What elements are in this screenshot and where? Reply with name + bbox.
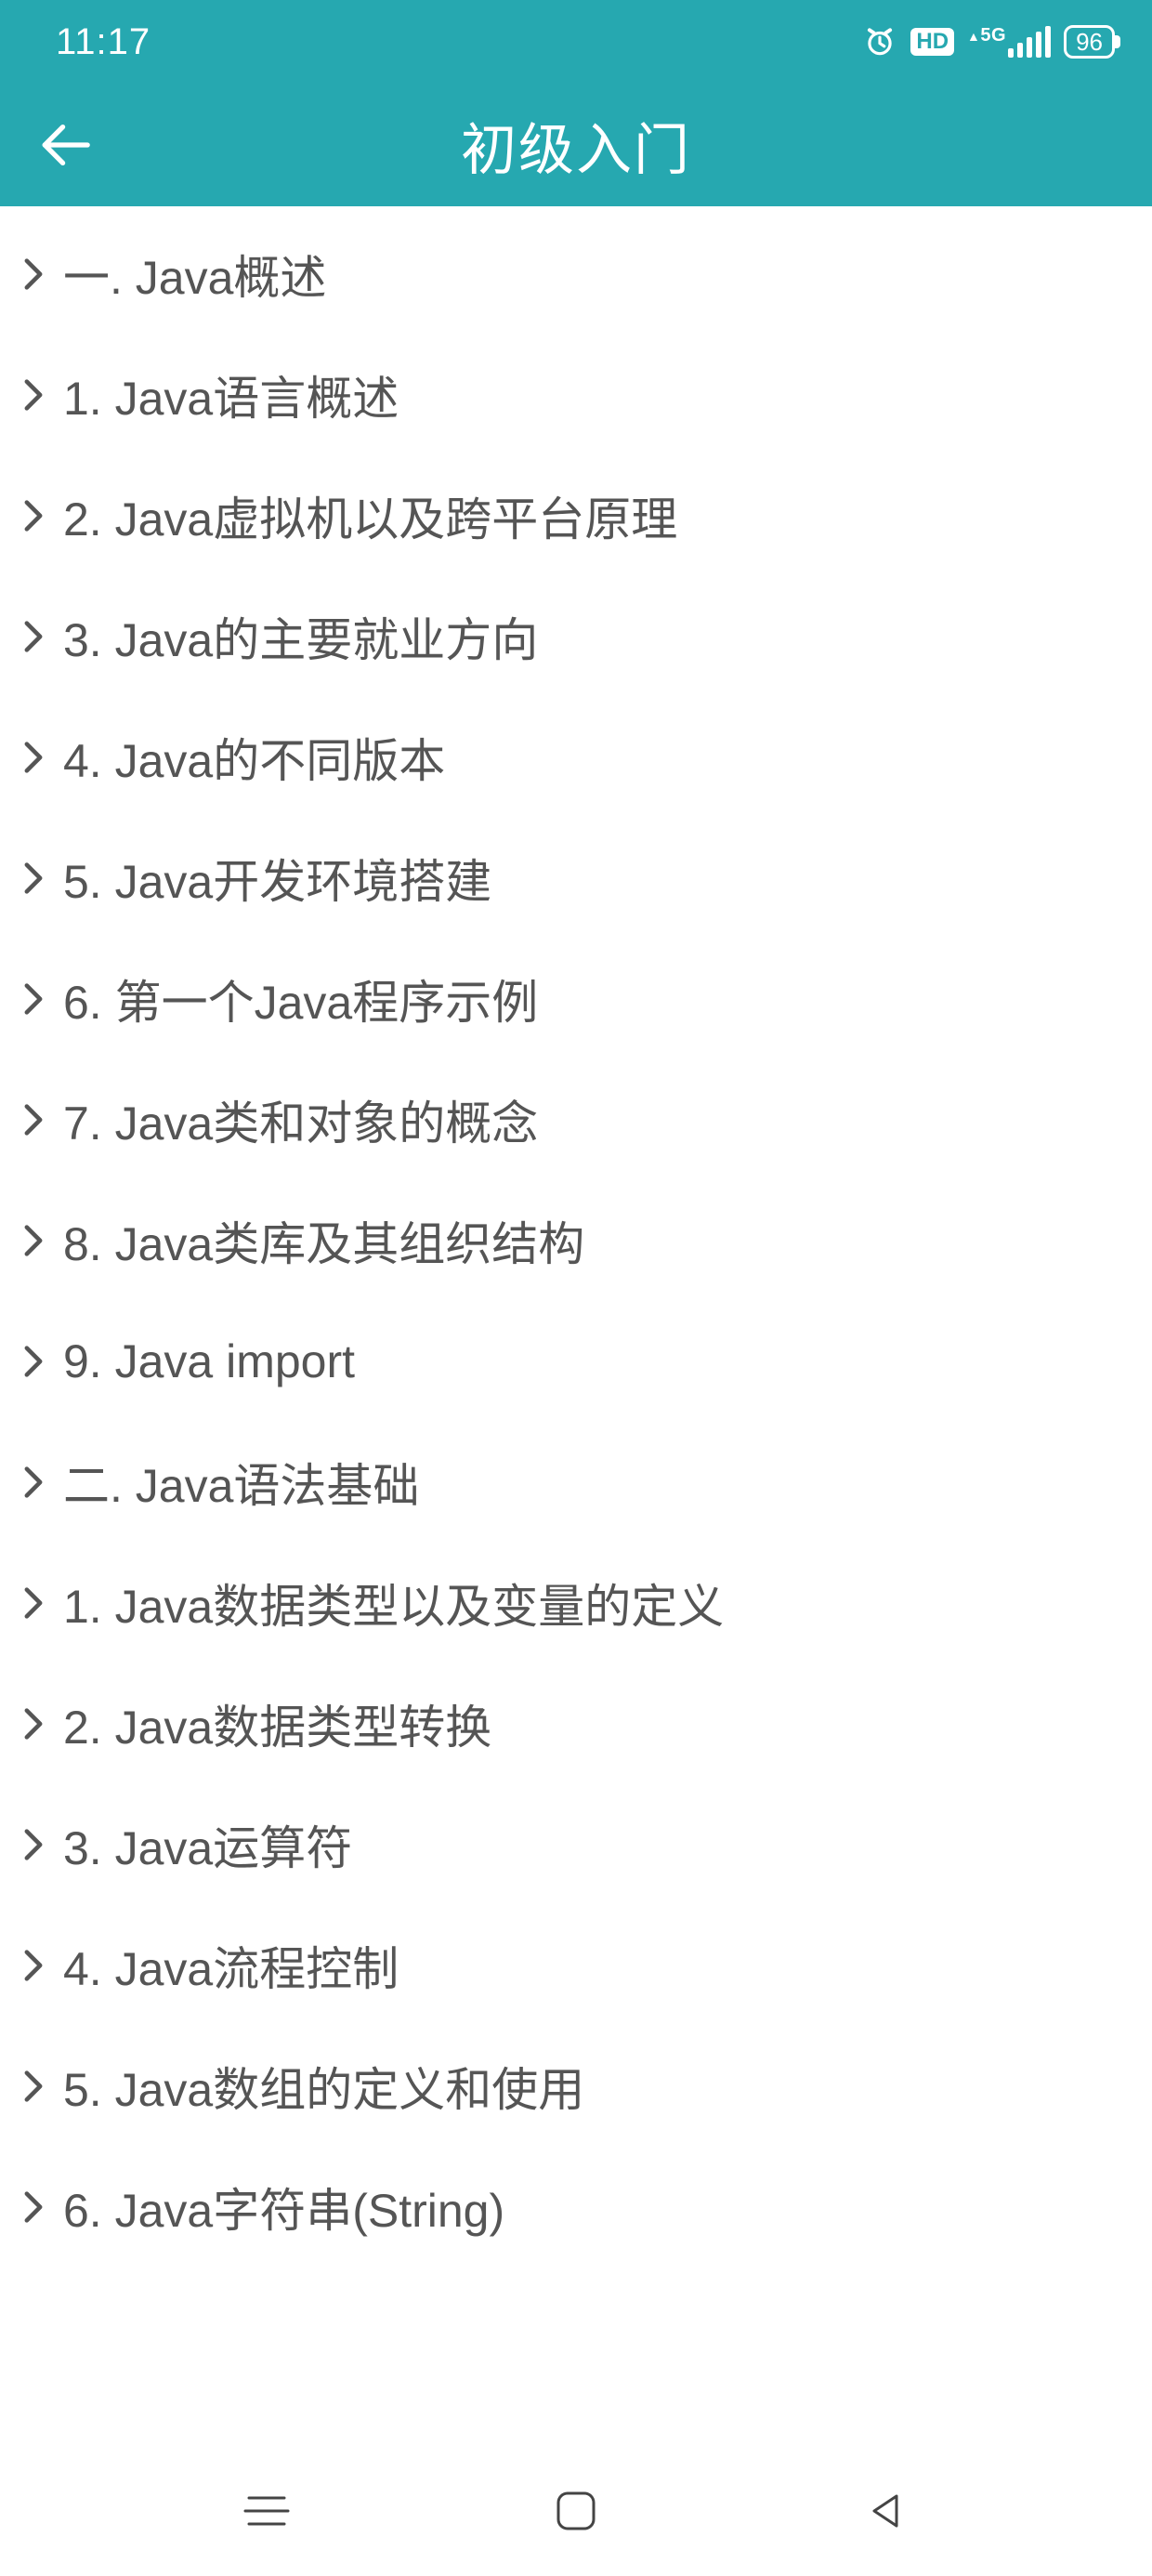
chevron-right-icon xyxy=(19,378,48,412)
chevron-right-icon xyxy=(19,1103,48,1137)
list-item[interactable]: 7. Java类和对象的概念 xyxy=(0,1059,1152,1180)
list-item[interactable]: 5. Java开发环境搭建 xyxy=(0,818,1152,939)
list-item-label: 6. 第一个Java程序示例 xyxy=(63,966,538,1032)
list-item-label: 9. Java import xyxy=(63,1334,355,1388)
list-item-label: 1. Java数据类型以及变量的定义 xyxy=(63,1570,724,1636)
app-bar: 初级入门 xyxy=(0,84,1152,206)
list-item-label: 3. Java运算符 xyxy=(63,1811,352,1878)
status-icons: HD ▲5G 96 xyxy=(862,24,1115,59)
chevron-right-icon xyxy=(19,1465,48,1499)
list-item[interactable]: 4. Java流程控制 xyxy=(0,1905,1152,2026)
system-nav-bar xyxy=(0,2446,1152,2576)
recent-apps-button[interactable] xyxy=(229,2474,304,2548)
list-item-label: 1. Java语言概述 xyxy=(63,361,399,428)
status-bar: 11:17 HD ▲5G 96 xyxy=(0,0,1152,84)
signal-bars-icon xyxy=(1008,26,1051,58)
list-item[interactable]: 3. Java运算符 xyxy=(0,1784,1152,1905)
chevron-right-icon xyxy=(19,1345,48,1378)
triangle-left-icon xyxy=(863,2489,908,2533)
chevron-right-icon xyxy=(19,499,48,532)
list-item[interactable]: 6. 第一个Java程序示例 xyxy=(0,939,1152,1059)
chevron-right-icon xyxy=(19,1224,48,1257)
list-item[interactable]: 8. Java类库及其组织结构 xyxy=(0,1180,1152,1301)
arrow-left-icon xyxy=(38,118,92,172)
network-label: ▲5G xyxy=(967,26,1006,45)
chevron-right-icon xyxy=(19,741,48,774)
list-item[interactable]: 一. Java概述 xyxy=(0,214,1152,335)
list-item-label: 7. Java类和对象的概念 xyxy=(63,1086,538,1153)
list-item[interactable]: 2. Java数据类型转换 xyxy=(0,1663,1152,1784)
chevron-right-icon xyxy=(19,1586,48,1620)
list-item[interactable]: 9. Java import xyxy=(0,1301,1152,1422)
list-item[interactable]: 5. Java数组的定义和使用 xyxy=(0,2026,1152,2147)
list-item-label: 2. Java数据类型转换 xyxy=(63,1690,491,1757)
list-item-label: 二. Java语法基础 xyxy=(63,1449,419,1516)
battery-indicator: 96 xyxy=(1064,25,1115,59)
chevron-right-icon xyxy=(19,2070,48,2103)
list-item-label: 5. Java开发环境搭建 xyxy=(63,845,491,912)
list-item[interactable]: 3. Java的主要就业方向 xyxy=(0,576,1152,697)
square-icon xyxy=(553,2488,599,2534)
back-nav-button[interactable] xyxy=(848,2474,923,2548)
chevron-right-icon xyxy=(19,982,48,1016)
chevron-right-icon xyxy=(19,1949,48,1982)
list-item-label: 4. Java流程控制 xyxy=(63,1932,399,1999)
list-item-label: 2. Java虚拟机以及跨平台原理 xyxy=(63,482,677,549)
list-item-label: 8. Java类库及其组织结构 xyxy=(63,1207,584,1274)
list-item-label: 4. Java的不同版本 xyxy=(63,724,445,791)
status-time: 11:17 xyxy=(56,21,151,63)
list-item-label: 5. Java数组的定义和使用 xyxy=(63,2053,584,2120)
list-item[interactable]: 二. Java语法基础 xyxy=(0,1422,1152,1543)
list-item-label: 3. Java的主要就业方向 xyxy=(63,603,538,670)
content-list: 一. Java概述 1. Java语言概述 2. Java虚拟机以及跨平台原理 3. … xyxy=(0,206,1152,2267)
list-item-label: 一. Java概述 xyxy=(63,241,326,308)
list-item[interactable]: 6. Java字符串(String) xyxy=(0,2147,1152,2267)
alarm-icon xyxy=(862,24,897,59)
home-button[interactable] xyxy=(539,2474,613,2548)
list-item-label: 6. Java字符串(String) xyxy=(63,2174,504,2241)
list-item[interactable]: 1. Java数据类型以及变量的定义 xyxy=(0,1543,1152,1663)
chevron-right-icon xyxy=(19,861,48,895)
chevron-right-icon xyxy=(19,620,48,653)
list-item[interactable]: 1. Java语言概述 xyxy=(0,335,1152,455)
list-item[interactable]: 2. Java虚拟机以及跨平台原理 xyxy=(0,455,1152,576)
back-button[interactable] xyxy=(28,108,102,182)
chevron-right-icon xyxy=(19,1707,48,1741)
network-indicator: ▲5G xyxy=(967,26,1051,58)
menu-icon xyxy=(240,2491,294,2531)
chevron-right-icon xyxy=(19,1828,48,1861)
chevron-right-icon xyxy=(19,257,48,291)
page-title: 初级入门 xyxy=(0,105,1152,186)
hd-badge: HD xyxy=(910,28,954,56)
list-item[interactable]: 4. Java的不同版本 xyxy=(0,697,1152,818)
chevron-right-icon xyxy=(19,2190,48,2224)
